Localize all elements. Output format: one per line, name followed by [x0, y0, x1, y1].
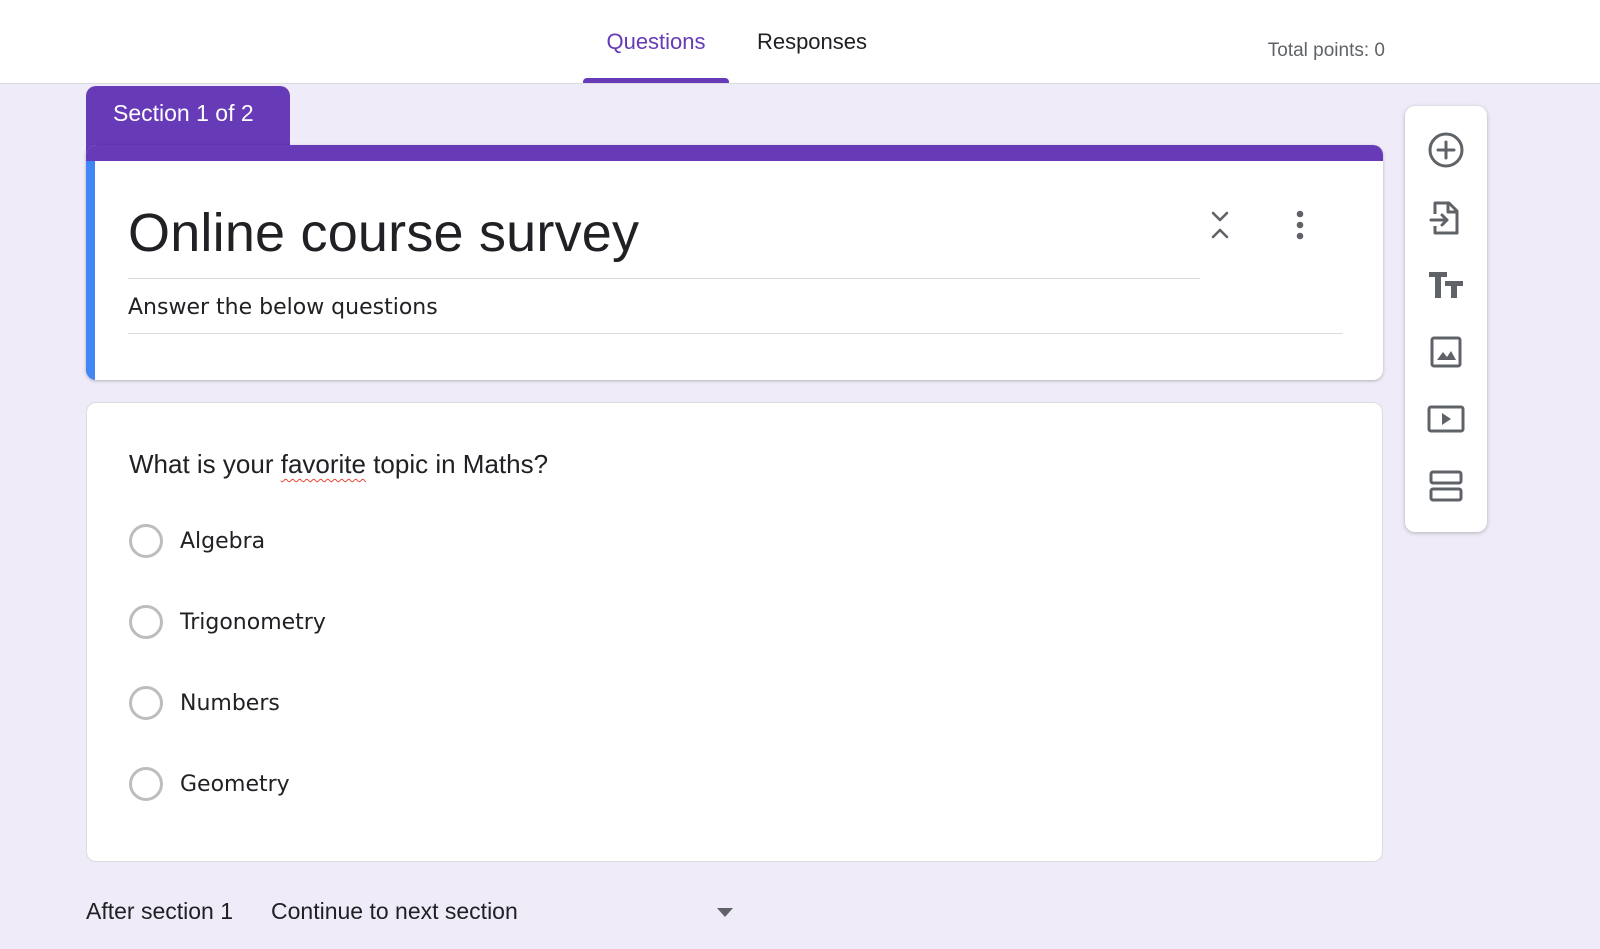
- total-points: Total points: 0: [1267, 40, 1385, 61]
- question-title[interactable]: What is your favorite topic in Maths?: [129, 449, 548, 480]
- dropdown-arrow-icon: [717, 908, 733, 917]
- add-video-icon: [1427, 405, 1465, 433]
- question-card[interactable]: What is your favorite topic in Maths? Al…: [86, 402, 1383, 862]
- header-focus-indicator: [86, 161, 95, 380]
- option-label: Trigonometry: [180, 609, 326, 635]
- after-section-value: Continue to next section: [271, 898, 518, 924]
- add-image-button[interactable]: [1421, 327, 1471, 377]
- header-accent-band: [86, 145, 1383, 161]
- add-title-icon: [1429, 272, 1463, 298]
- tab-responses[interactable]: Responses: [736, 0, 888, 84]
- after-section-dropdown[interactable]: Continue to next section: [271, 898, 741, 930]
- option-geometry[interactable]: Geometry: [129, 766, 290, 802]
- title-underline: [128, 278, 1200, 279]
- form-header-card[interactable]: Online course survey Answer the below qu…: [86, 145, 1383, 380]
- option-label: Geometry: [180, 771, 290, 797]
- active-tab-indicator: [583, 78, 729, 83]
- top-bar: Questions Responses Total points: 0: [0, 0, 1600, 84]
- side-toolbar: [1405, 106, 1487, 532]
- form-title[interactable]: Online course survey: [128, 202, 639, 264]
- add-image-icon: [1430, 336, 1462, 368]
- more-vert-icon: [1296, 210, 1304, 240]
- import-questions-icon: [1429, 201, 1459, 235]
- collapse-icon: [1211, 211, 1229, 239]
- radio-button[interactable]: [129, 767, 163, 801]
- add-video-button[interactable]: [1421, 394, 1471, 444]
- form-description[interactable]: Answer the below questions: [128, 295, 438, 320]
- collapse-section-button[interactable]: [1200, 205, 1240, 245]
- tab-questions[interactable]: Questions: [583, 0, 729, 84]
- radio-button[interactable]: [129, 524, 163, 558]
- radio-button[interactable]: [129, 686, 163, 720]
- option-label: Numbers: [180, 690, 280, 716]
- add-question-button[interactable]: [1421, 125, 1471, 175]
- option-trigonometry[interactable]: Trigonometry: [129, 604, 326, 640]
- more-options-button[interactable]: [1280, 205, 1320, 245]
- description-underline: [128, 333, 1343, 334]
- misspelled-word: favorite: [280, 449, 366, 479]
- question-title-end: topic in Maths?: [365, 449, 549, 479]
- add-question-icon: [1428, 132, 1464, 168]
- question-title-start: What is your: [129, 449, 281, 479]
- import-questions-button[interactable]: [1421, 193, 1471, 243]
- add-title-button[interactable]: [1421, 260, 1471, 310]
- option-numbers[interactable]: Numbers: [129, 685, 280, 721]
- after-section-label: After section 1: [86, 898, 234, 924]
- radio-button[interactable]: [129, 605, 163, 639]
- add-section-icon: [1429, 470, 1463, 502]
- add-section-button[interactable]: [1421, 461, 1471, 511]
- option-algebra[interactable]: Algebra: [129, 523, 265, 559]
- option-label: Algebra: [180, 528, 266, 554]
